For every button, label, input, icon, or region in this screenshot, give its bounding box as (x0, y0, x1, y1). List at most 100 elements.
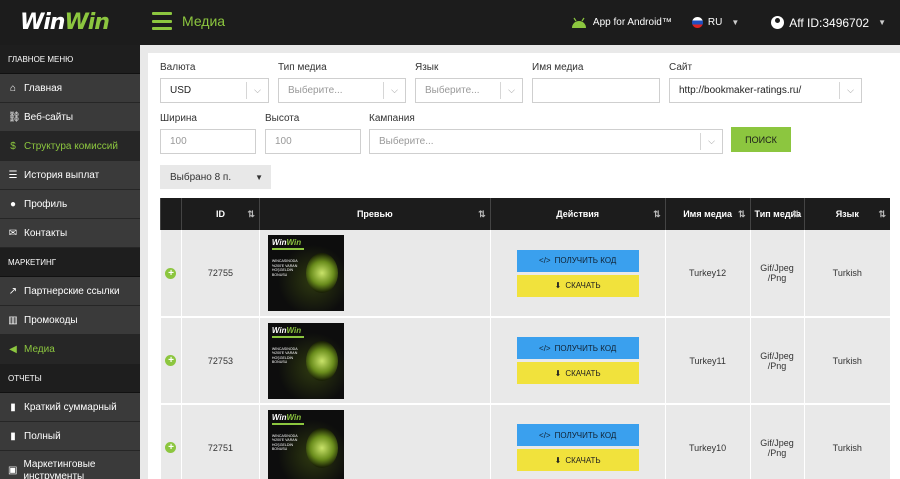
sidebar-item-label: Краткий суммарный (24, 401, 117, 413)
sidebar-item-label: Полный (24, 430, 61, 442)
actions-column-header[interactable]: Действия ⇅ (489, 198, 666, 230)
table-row: + 72751 WinWin WINCASINODA %200'E VARAN … (160, 404, 890, 479)
language-select[interactable]: Выберите... ⌵ (415, 78, 523, 103)
search-button[interactable]: ПОИСК (731, 127, 791, 152)
media-name-column-header[interactable]: Имя медиа ⇅ (664, 198, 751, 230)
megaphone-icon: ◀ (9, 343, 17, 355)
download-button[interactable]: ⬇ СКАЧАТЬ (516, 362, 639, 384)
campaign-label: Кампания (369, 113, 415, 124)
sidebar-item-label: Профиль (24, 198, 68, 210)
media-name-input[interactable] (532, 78, 660, 103)
language-selector[interactable]: RU ▼ (691, 17, 739, 28)
dollar-icon: $ (10, 140, 16, 152)
get-code-button[interactable]: </> ПОЛУЧИТЬ КОД (516, 337, 639, 359)
media-language: Turkish (803, 404, 890, 479)
campaign-select[interactable]: Выберите... ⌵ (369, 129, 723, 154)
aff-id-label: Aff ID:3496702 (789, 15, 870, 30)
preview-logo: WinWin (272, 413, 301, 422)
currency-select[interactable]: USD ⌵ (160, 78, 269, 103)
get-code-button[interactable]: </> ПОЛУЧИТЬ КОД (516, 249, 639, 272)
chevron-down-icon: ▼ (255, 172, 263, 182)
sidebar-item-media[interactable]: ◀ Медиа (0, 335, 140, 364)
sidebar-item-websites[interactable]: ⛓ Веб-сайты (0, 103, 140, 132)
chevron-down-icon: ⌵ (383, 82, 405, 99)
logo[interactable]: Win Win (0, 0, 140, 45)
expand-row-icon[interactable]: + (165, 267, 177, 279)
sidebar-item-summary-report[interactable]: ▮ Краткий суммарный (0, 393, 140, 422)
sidebar: ГЛАВНОЕ МЕНЮ ⌂ Главная ⛓ Веб-сайты $ Структ… (0, 45, 140, 479)
top-bar: Win Win Медиа App for Android™ RU ▼ Aff I… (0, 0, 900, 45)
media-type: Gif/Jpeg /Png (749, 317, 805, 405)
width-placeholder: 100 (170, 136, 187, 147)
sidebar-item-full-report[interactable]: ▮ Полный (0, 422, 140, 451)
download-button[interactable]: ⬇ СКАЧАТЬ (516, 449, 639, 471)
sidebar-item-profile[interactable]: ● Профиль (0, 190, 140, 219)
logo-part-a: Win (20, 10, 65, 35)
chart-icon: ▮ (10, 401, 16, 413)
height-input[interactable]: 100 (265, 129, 361, 154)
sidebar-item-home[interactable]: ⌂ Главная (0, 74, 140, 103)
height-placeholder: 100 (275, 136, 292, 147)
download-button[interactable]: ⬇ СКАЧАТЬ (516, 274, 639, 297)
sort-icon: ⇅ (478, 209, 486, 219)
preview-column-header[interactable]: Превью ⇅ (258, 198, 491, 230)
main-panel: Валюта USD ⌵ Тип медиа Выберите... ⌵ Язык … (148, 53, 900, 479)
russia-flag-icon (691, 17, 703, 28)
media-name: Turkey12 (664, 230, 751, 318)
sidebar-section-marketing: МАРКЕТИНГ (0, 248, 140, 277)
sidebar-item-commission-structure[interactable]: $ Структура комиссий (0, 132, 140, 161)
media-preview-image[interactable]: WinWin WINCASINODA %200'E VARAN HOŞGELDİ… (267, 235, 344, 311)
download-icon: ⬇ (554, 281, 562, 290)
table-row: + 72753 WinWin WINCASINODA %200'E VARAN … (160, 317, 890, 405)
preview-logo-part-a: Win (271, 325, 287, 335)
language-column-header[interactable]: Язык ⇅ (803, 198, 890, 230)
code-icon: </> (539, 343, 551, 353)
hamburger-menu-icon[interactable] (152, 12, 172, 30)
sidebar-item-promocodes[interactable]: ▥ Промокоды (0, 306, 140, 335)
site-value: http://bookmaker-ratings.ru/ (679, 85, 802, 96)
link-icon: ⛓ (8, 111, 21, 123)
android-app-link[interactable]: App for Android™ (571, 17, 672, 29)
sort-icon: ⇅ (653, 209, 661, 219)
media-name: Turkey10 (664, 404, 751, 479)
account-menu[interactable]: Aff ID:3496702 ▼ (771, 16, 886, 30)
currency-value: USD (170, 85, 192, 96)
preview-header-label: Превью (356, 209, 393, 219)
id-column-header[interactable]: ID ⇅ (180, 198, 260, 230)
media-preview-image[interactable]: WinWin WINCASINODA %200'E VARAN HOŞGELDİ… (267, 409, 344, 479)
width-input[interactable]: 100 (160, 129, 256, 154)
bar-chart-icon: ▮ (10, 430, 16, 442)
chevron-down-icon: ▼ (878, 18, 886, 27)
preview-text: WINCASINODA %200'E VARAN HOŞGELDİN BONUS… (271, 259, 298, 277)
sort-icon: ⇅ (791, 209, 800, 219)
site-label: Сайт (669, 62, 693, 73)
expand-row-icon[interactable]: + (165, 355, 177, 366)
expand-row-icon[interactable]: + (165, 442, 177, 453)
preview-text: WINCASINODA %200'E VARAN HOŞGELDİN BONUS… (271, 433, 298, 452)
currency-label: Валюта (160, 62, 196, 73)
sidebar-item-marketing-tools[interactable]: ▣ Маркетинговые инструменты (0, 451, 140, 479)
sidebar-item-partner-links[interactable]: ↗ Партнерские ссылки (0, 277, 140, 306)
media-type-select[interactable]: Выберите... ⌵ (278, 78, 406, 103)
sidebar-item-label: Промокоды (24, 314, 78, 326)
media-type: Gif/Jpeg /Png (749, 404, 805, 479)
sidebar-item-contacts[interactable]: ✉ Контакты (0, 219, 140, 248)
expand-column-header (160, 198, 182, 230)
logo-part-b: Win (64, 10, 109, 35)
media-type: Gif/Jpeg /Png (749, 230, 805, 318)
language-label: RU (707, 17, 723, 28)
column-selector-dropdown[interactable]: Выбрано 8 п. ▼ (160, 165, 271, 189)
media-preview-image[interactable]: WinWin WINCASINODA %200'E VARAN HOŞGELDİ… (267, 322, 344, 399)
table-header-row: ID ⇅ Превью ⇅ Действия ⇅ Имя медиа ⇅ Тип мед… (160, 198, 890, 230)
media-type-column-header[interactable]: Тип медиа ⇅ (749, 198, 805, 230)
android-app-label: App for Android™ (592, 17, 672, 28)
chevron-down-icon: ⌵ (700, 133, 722, 150)
language-filter-label: Язык (415, 62, 439, 73)
list-icon: ☰ (8, 169, 18, 181)
get-code-button[interactable]: </> ПОЛУЧИТЬ КОД (516, 424, 639, 446)
tools-icon: ▣ (8, 464, 18, 476)
site-select[interactable]: http://bookmaker-ratings.ru/ ⌵ (669, 78, 862, 103)
sidebar-item-payment-history[interactable]: ☰ История выплат (0, 161, 140, 190)
preview-text: WINCASINODA %200'E VARAN HOŞGELDİN BONUS… (271, 346, 298, 365)
code-icon: </> (539, 256, 551, 265)
